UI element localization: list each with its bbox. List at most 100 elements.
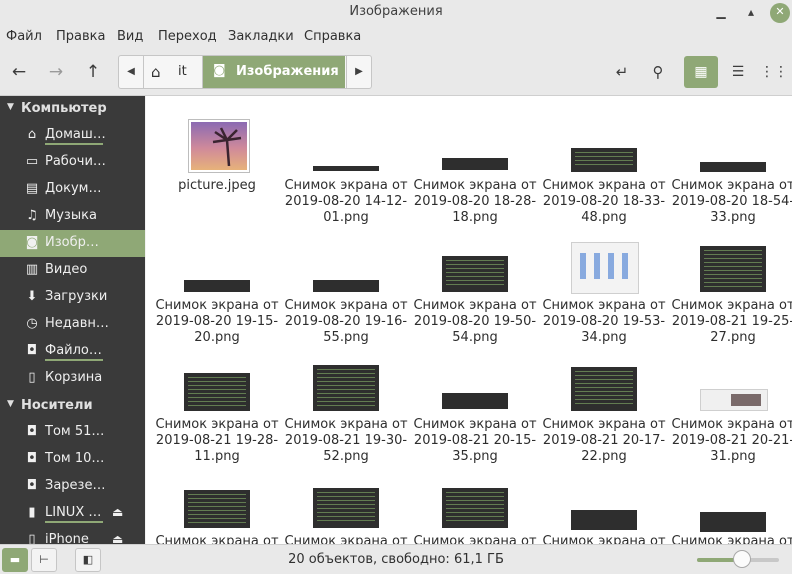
sidebar-item-label: Том 10… — [45, 451, 105, 466]
file-name: Снимок экрана от 2019-08-21 — [155, 534, 279, 544]
file-name: Снимок экрана от 2019-08-21 19-25-27.png — [671, 298, 792, 345]
sidebar-item-desktop[interactable]: ▭ Рабочи… — [0, 149, 145, 176]
file-item-screenshot[interactable]: Снимок экрана от 2019-08-20 18-28-18.png — [412, 102, 538, 225]
toggle-location-button[interactable]: ↵ — [606, 56, 638, 88]
screenshot-thumbnail — [313, 280, 379, 292]
location-entry-icon: ↵ — [615, 63, 629, 81]
up-button[interactable]: ↑ — [77, 56, 109, 88]
screenshot-thumbnail — [700, 162, 766, 172]
file-item-screenshot[interactable]: Снимок экрана от 2019-08-21 — [283, 458, 409, 544]
sidebar-item-label: Том 51… — [45, 424, 105, 439]
menu-go[interactable]: Переход — [158, 29, 217, 44]
file-item-screenshot[interactable]: Снимок экрана от 2019-08-20 19-16-55.png — [283, 222, 409, 345]
eject-icon[interactable]: ⏏ — [112, 532, 123, 544]
minimize-icon[interactable]: ▁ — [711, 2, 731, 22]
screenshot-thumbnail — [442, 158, 508, 170]
menu-bookmarks[interactable]: Закладки — [228, 29, 294, 44]
sidebar-item-filesystem[interactable]: ◘ Файло… — [0, 338, 145, 365]
disk-usage-bar — [45, 521, 103, 523]
search-button[interactable]: ⚲ — [642, 56, 674, 88]
usb-icon: ▮ — [28, 505, 36, 520]
file-item-screenshot[interactable]: Снимок экрана от 2019-08-21 19-28-11.png — [154, 341, 280, 464]
file-item-screenshot[interactable]: Снимок экрана от 2019-08-21 19-30-52.png — [283, 341, 409, 464]
sidebar-item-home[interactable]: ⌂ Домаш… — [0, 122, 145, 149]
file-item-screenshot[interactable]: Снимок экрана от 2019-08-20 18-54-33.png — [670, 102, 792, 225]
screenshot-thumbnail — [571, 148, 637, 172]
sidebar-item-documents[interactable]: ▤ Докум… — [0, 176, 145, 203]
file-item-screenshot[interactable]: Снимок экрана от 2019-08-21 — [541, 458, 667, 544]
sidebar-item-linux-usb[interactable]: ▮ LINUX … ⏏ — [0, 500, 145, 527]
arrow-right-icon: → — [48, 62, 64, 82]
menu-edit[interactable]: Правка — [56, 29, 105, 44]
forward-button[interactable]: → — [40, 56, 72, 88]
breadcrumb-current-button[interactable]: ◙ Изображения — [203, 56, 345, 88]
file-item-screenshot[interactable]: Снимок экрана от 2019-08-21 19-25-27.png — [670, 222, 792, 345]
expander-down-icon: ▼ — [7, 102, 14, 112]
sidebar-item-videos[interactable]: ▥ Видео — [0, 257, 145, 284]
file-item-picture[interactable]: picture.jpeg — [154, 102, 280, 216]
disk-usage-bar — [45, 359, 103, 361]
file-item-screenshot[interactable]: Снимок экрана от 2019-08-21 20-17-22.png — [541, 341, 667, 464]
menu-help[interactable]: Справка — [304, 29, 361, 44]
screenshot-thumbnail — [313, 488, 379, 528]
sidebar-item-label: Изобр… — [45, 235, 99, 250]
clock-icon: ◷ — [26, 316, 38, 331]
file-name: Снимок экрана от 2019-08-20 19-15-20.png — [155, 298, 279, 345]
file-item-screenshot[interactable]: Снимок экрана от 2019-08-20 18-33-48.png — [541, 102, 667, 225]
file-name: Снимок экрана от 2019-08-21 — [671, 534, 792, 544]
compact-view-button[interactable]: ⋮⋮ — [757, 56, 791, 88]
grid-icon: ▦ — [694, 64, 708, 80]
file-item-screenshot[interactable]: Снимок экрана от 2019-08-20 19-50-54.png — [412, 222, 538, 345]
window-title: Изображения — [349, 4, 443, 19]
file-grid: picture.jpeg Снимок экрана от 2019-08-20 … — [146, 96, 792, 544]
breadcrumb-home-button[interactable]: ⌂ it — [144, 56, 203, 88]
breadcrumb-scroll-right-button[interactable]: ▶ — [346, 56, 371, 88]
sidebar-item-recent[interactable]: ◷ Недавн… — [0, 311, 145, 338]
sidebar-header-label: Компьютер — [21, 101, 107, 116]
breadcrumb-current-label: Изображения — [236, 64, 339, 79]
sidebar-item-label: iPhone — [45, 532, 89, 544]
desktop-icon: ▭ — [25, 154, 39, 169]
screenshot-thumbnail — [571, 242, 639, 294]
file-item-screenshot[interactable]: Снимок экрана от 2019-08-21 — [154, 458, 280, 544]
file-item-screenshot[interactable]: Снимок экрана от 2019-08-20 14-12-01.png — [283, 102, 409, 225]
filesystem-icon: ◘ — [26, 343, 38, 358]
file-item-screenshot[interactable]: Снимок экрана от 2019-08-20 19-53-34.png — [541, 222, 667, 345]
phone-icon: ▯ — [28, 532, 36, 544]
menu-view[interactable]: Вид — [117, 29, 143, 44]
maximize-icon[interactable]: ▴ — [741, 2, 761, 22]
file-item-screenshot[interactable]: Снимок экрана от 2019-08-21 — [412, 458, 538, 544]
file-item-screenshot[interactable]: Снимок экрана от 2019-08-20 19-15-20.png — [154, 222, 280, 345]
sidebar-item-downloads[interactable]: ⬇ Загрузки — [0, 284, 145, 311]
sidebar-item-volume-1[interactable]: ◘ Том 51… — [0, 419, 145, 446]
sidebar-header-computer[interactable]: ▼ Компьютер — [0, 97, 145, 121]
sidebar-item-label: LINUX … — [45, 505, 102, 520]
status-text: 20 объектов, свободно: 61,1 ГБ — [288, 552, 504, 567]
file-item-screenshot[interactable]: Снимок экрана от 2019-08-21 20-21-31.png — [670, 341, 792, 464]
back-button[interactable]: ← — [3, 56, 35, 88]
drive-icon: ◘ — [26, 451, 38, 466]
file-name: Снимок экрана от 2019-08-20 18-28-18.png — [413, 178, 537, 225]
sidebar-item-pictures[interactable]: ◙ Изобр… — [0, 230, 145, 257]
sidebar-item-music[interactable]: ♫ Музыка — [0, 203, 145, 230]
sidebar-item-label: Корзина — [45, 370, 103, 385]
sidebar-item-reserved[interactable]: ◘ Зарезе… — [0, 473, 145, 500]
sidebar-item-label: Домаш… — [45, 127, 106, 142]
icon-view-button[interactable]: ▦ — [684, 56, 718, 88]
sidebar-item-label: Зарезе… — [45, 478, 106, 493]
sidebar-item-volume-2[interactable]: ◘ Том 10… — [0, 446, 145, 473]
file-item-screenshot[interactable]: Снимок экрана от 2019-08-21 20-15-35.png — [412, 341, 538, 464]
menu-file[interactable]: Файл — [6, 29, 42, 44]
zoom-slider-handle[interactable] — [733, 550, 752, 568]
screenshot-thumbnail — [184, 280, 250, 292]
sidebar-item-label: Недавн… — [45, 316, 109, 331]
sidebar-header-devices[interactable]: ▼ Носители — [0, 394, 145, 418]
eject-icon[interactable]: ⏏ — [112, 505, 123, 519]
sidebar-item-iphone[interactable]: ▯ iPhone ⏏ — [0, 527, 145, 544]
close-icon[interactable]: ✕ — [770, 3, 790, 23]
breadcrumb-scroll-left-button[interactable]: ◀ — [119, 56, 144, 88]
list-view-button[interactable]: ☰ — [721, 56, 755, 88]
sidebar-item-trash[interactable]: ▯ Корзина — [0, 365, 145, 392]
file-item-screenshot[interactable]: Снимок экрана от 2019-08-21 — [670, 458, 792, 544]
arrow-up-icon: ↑ — [85, 62, 101, 82]
